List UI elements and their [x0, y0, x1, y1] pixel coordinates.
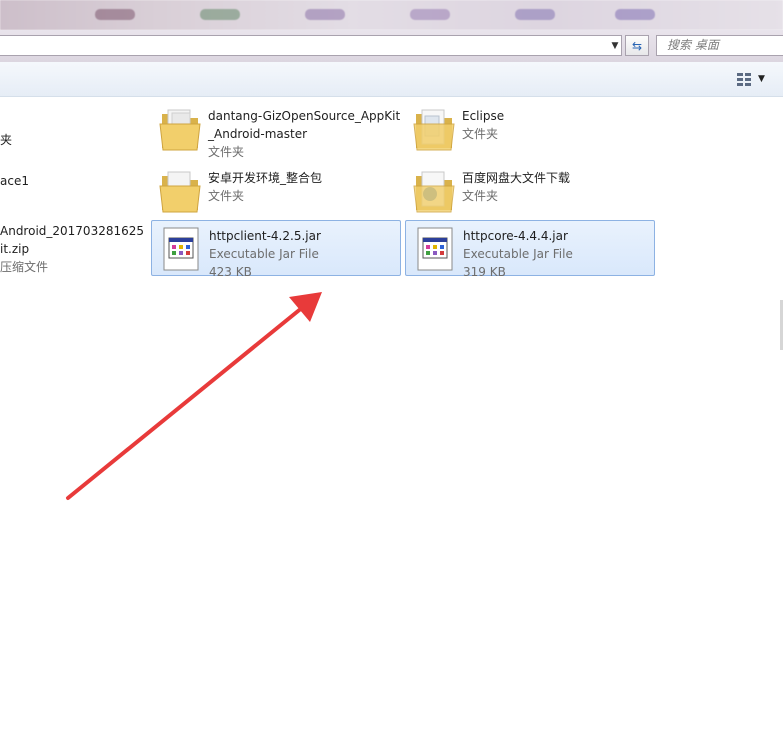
arrow-shaft [66, 305, 305, 500]
arrow-head [289, 292, 322, 322]
annotation-arrow [66, 292, 322, 500]
